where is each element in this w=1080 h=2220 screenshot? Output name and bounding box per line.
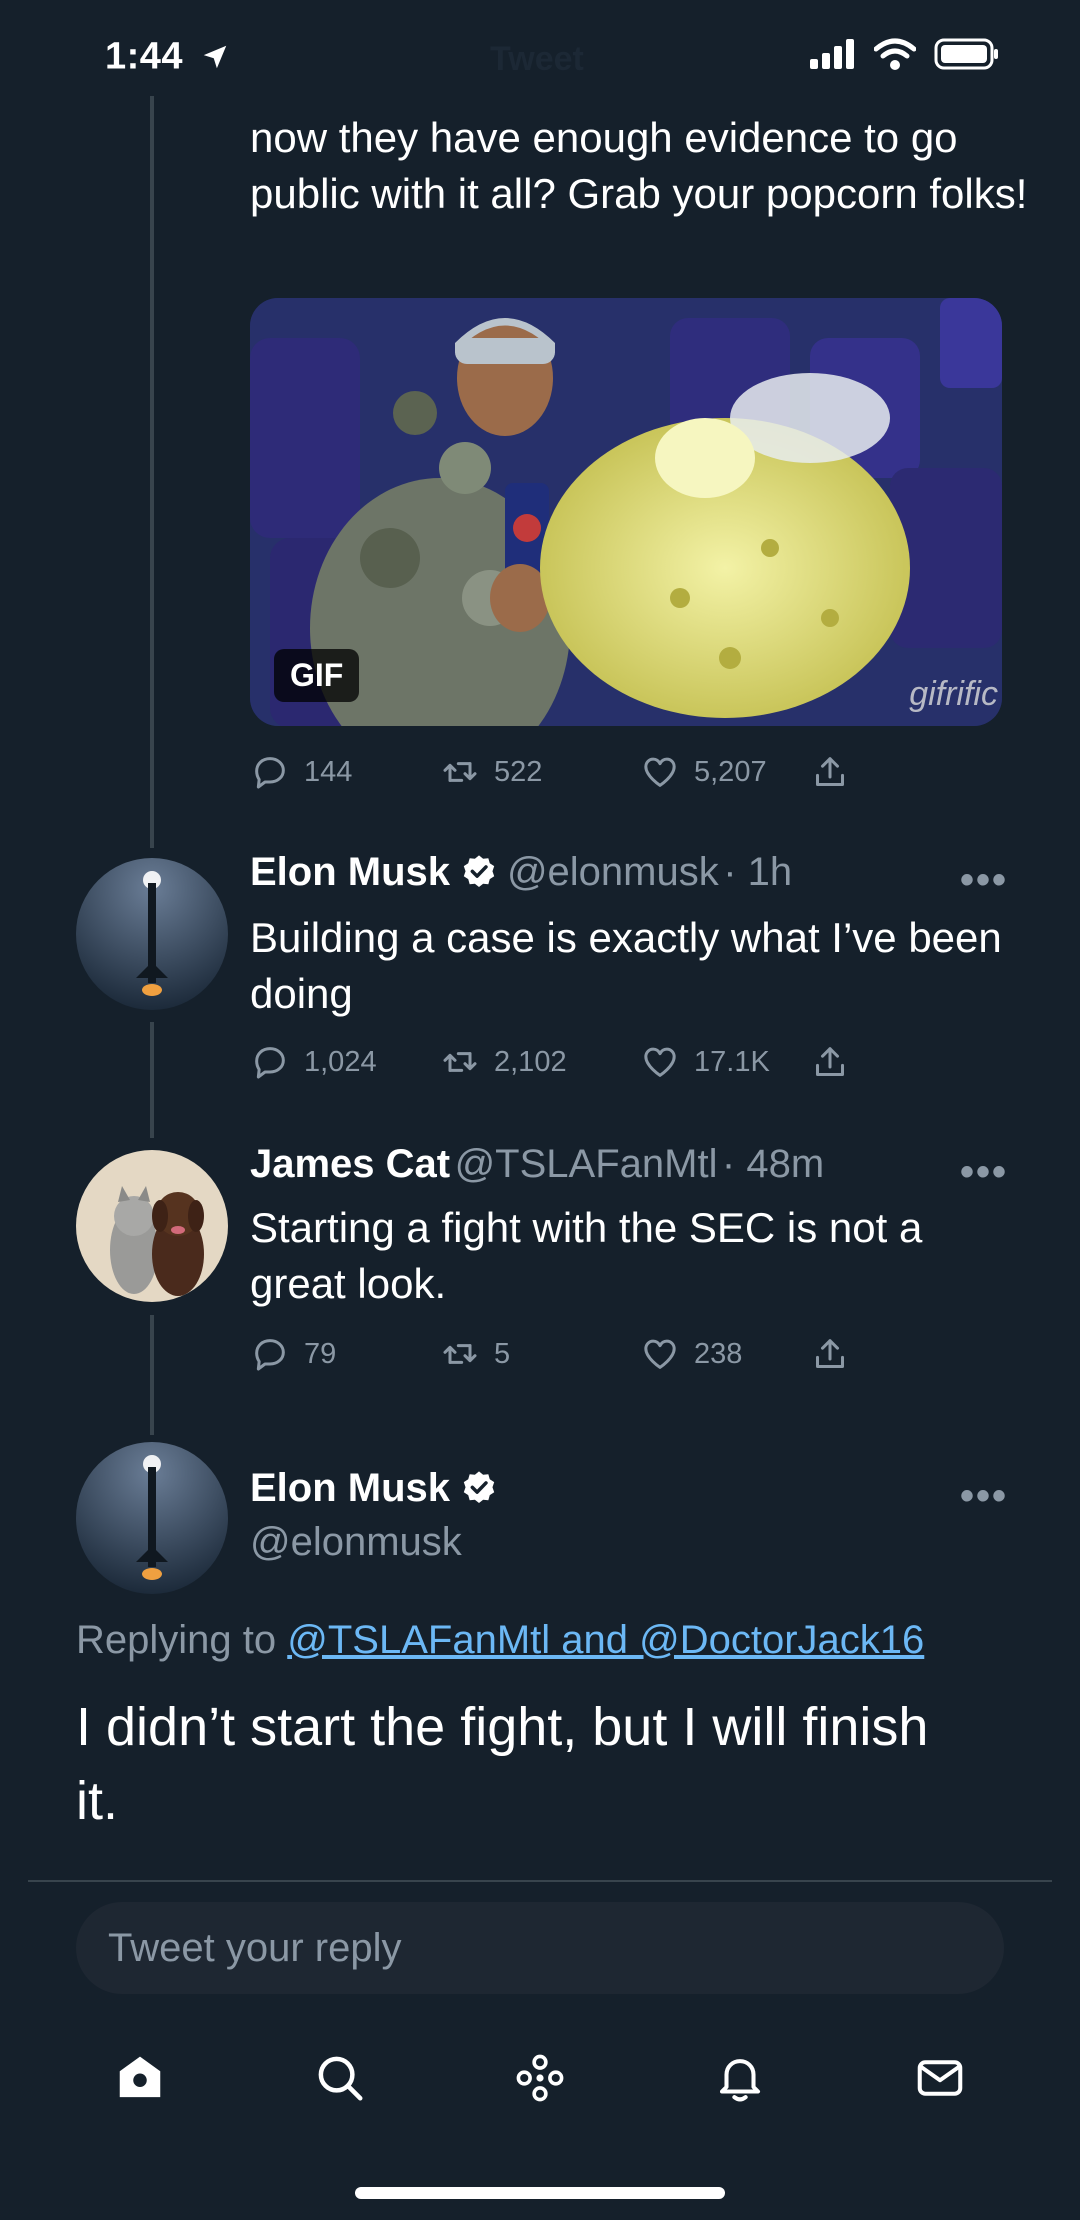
avatar[interactable] — [76, 1150, 228, 1302]
location-arrow-icon — [203, 45, 227, 69]
heart-icon — [644, 757, 676, 787]
like-action[interactable]: 238 — [640, 1334, 810, 1374]
display-name[interactable]: Elon Musk — [250, 1466, 450, 1510]
retweet-icon — [443, 762, 477, 782]
tweet-header: Elon Musk — [250, 1466, 498, 1511]
retweet-action[interactable]: 522 — [440, 752, 640, 792]
share-icon — [816, 1047, 844, 1076]
reply-action[interactable]: 1,024 — [250, 1042, 440, 1082]
reply-icon — [255, 757, 285, 789]
replying-prefix: Replying to — [76, 1618, 277, 1662]
main-tweet-text: I didn’t start the fight, but I will fin… — [76, 1697, 929, 1831]
header-title: Tweet — [490, 40, 584, 78]
more-options-icon[interactable]: ••• — [960, 1474, 1008, 1519]
battery-icon — [934, 38, 998, 70]
wifi-icon — [874, 38, 916, 70]
retweet-action[interactable]: 2,102 — [440, 1042, 640, 1082]
popcorn-gif-image — [250, 298, 1002, 726]
reply-icon — [255, 1339, 285, 1371]
tab-spaces[interactable] — [513, 2051, 567, 2110]
timestamp: · 48m — [721, 1142, 825, 1186]
verified-badge-icon — [464, 855, 495, 888]
home-icon — [119, 2056, 161, 2097]
display-name[interactable]: James Cat — [250, 1142, 450, 1186]
messages-icon — [917, 2059, 963, 2096]
status-icons — [810, 38, 1000, 70]
thread-line — [150, 1315, 154, 1435]
home-indicator — [355, 2187, 725, 2199]
share-action[interactable] — [810, 752, 850, 792]
heart-icon — [644, 1339, 676, 1369]
like-action[interactable]: 5,207 — [640, 752, 810, 792]
heart-icon — [644, 1047, 676, 1077]
tweet-header: James Cat @TSLAFanMtl · 48m — [250, 1142, 824, 1187]
share-icon — [816, 757, 844, 786]
status-time: 1:44 — [105, 34, 230, 78]
rocket-avatar-image — [76, 1442, 228, 1594]
notifications-icon — [719, 2058, 761, 2101]
divider — [28, 1880, 1052, 1882]
gif-badge: GIF — [274, 649, 360, 702]
tab-search[interactable] — [313, 2051, 367, 2110]
tab-home[interactable] — [113, 2051, 167, 2110]
share-action[interactable] — [810, 1042, 850, 1082]
tweet-actions: 79 5 238 — [250, 1334, 890, 1374]
display-name[interactable]: Elon Musk — [250, 850, 450, 894]
avatar[interactable] — [76, 1442, 228, 1594]
tab-notifications[interactable] — [713, 2051, 767, 2110]
reply-composer[interactable] — [76, 1902, 1004, 1994]
reply-input[interactable] — [76, 1902, 1004, 1994]
rocket-avatar-image — [76, 858, 228, 1010]
retweet-icon — [443, 1052, 477, 1072]
spaces-icon — [516, 2054, 564, 2101]
replying-to: Replying to @TSLAFanMtl and @DoctorJack1… — [76, 1618, 924, 1663]
cellular-signal-icon — [810, 39, 854, 69]
share-action[interactable] — [810, 1334, 850, 1374]
tab-bar — [0, 2035, 1080, 2125]
retweet-action[interactable]: 5 — [440, 1334, 640, 1374]
more-options-icon[interactable]: ••• — [960, 858, 1008, 903]
watermark: gifrific — [909, 675, 998, 713]
more-options-icon[interactable]: ••• — [960, 1150, 1008, 1195]
replying-to-link[interactable]: @TSLAFanMtl and @DoctorJack16 — [287, 1618, 924, 1662]
reply-action[interactable]: 79 — [250, 1334, 440, 1374]
thread-line — [150, 96, 154, 848]
timestamp: · 1h — [723, 850, 793, 894]
handle[interactable]: @TSLAFanMtl — [455, 1142, 718, 1186]
handle[interactable]: @elonmusk — [507, 850, 719, 894]
retweet-icon — [443, 1344, 477, 1364]
handle[interactable]: @elonmusk — [250, 1520, 462, 1565]
tweet-actions: 144 522 5,207 — [250, 752, 890, 792]
gif-media[interactable]: GIF gifrific — [250, 298, 1002, 726]
tweet-header: Elon Musk @elonmusk · 1h — [250, 850, 792, 895]
reply-action[interactable]: 144 — [250, 752, 440, 792]
cat-and-dog-avatar-image — [76, 1150, 228, 1302]
tweet-text: now they have enough evidence to go publ… — [250, 114, 1028, 217]
search-icon — [318, 2056, 363, 2100]
verified-badge-icon — [464, 1471, 495, 1504]
tweet-text: Building a case is exactly what I’ve bee… — [250, 914, 1002, 1017]
tweet-actions: 1,024 2,102 17.1K — [250, 1042, 890, 1082]
tab-messages[interactable] — [913, 2051, 967, 2110]
share-icon — [816, 1339, 844, 1368]
reply-icon — [255, 1047, 285, 1079]
thread-line — [150, 1022, 154, 1138]
tweet-text: Starting a fight with the SEC is not a g… — [250, 1204, 923, 1307]
like-action[interactable]: 17.1K — [640, 1042, 810, 1082]
avatar[interactable] — [76, 858, 228, 1010]
